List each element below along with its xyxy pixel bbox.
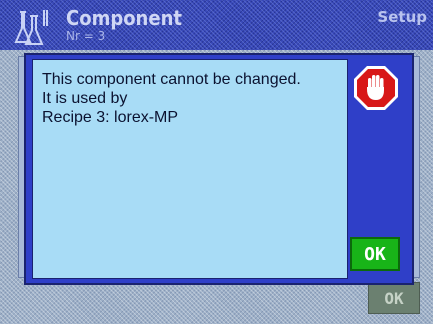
page-subtitle: Nr = 3	[66, 29, 106, 43]
page-title: Component	[66, 6, 182, 30]
flask-icon	[14, 10, 48, 45]
header-bar: Component Nr = 3 Setup	[0, 0, 433, 50]
message-text: This component cannot be changed. It is …	[42, 70, 341, 127]
message-line: Recipe 3: lorex-MP	[42, 109, 179, 126]
message-line: This component cannot be changed.	[42, 71, 301, 88]
message-line: It is used by	[42, 90, 128, 107]
background-ok-button: OK	[368, 282, 420, 314]
setup-button[interactable]: Setup	[377, 8, 427, 26]
message-dialog: This component cannot be changed. It is …	[24, 53, 414, 285]
message-area: This component cannot be changed. It is …	[32, 59, 348, 279]
screen: Component Nr = 3 Setup OK This component…	[0, 0, 433, 324]
stop-hand-icon	[354, 66, 398, 110]
ok-button[interactable]: OK	[350, 237, 400, 271]
